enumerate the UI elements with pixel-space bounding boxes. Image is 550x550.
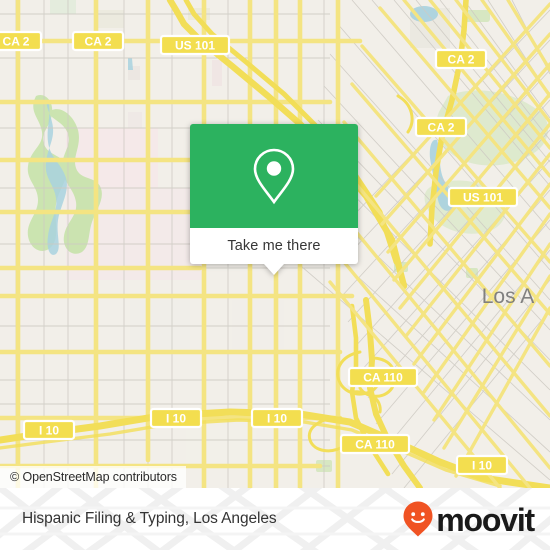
highway-shield-label: CA 2	[85, 35, 112, 49]
map-pin-icon	[253, 148, 295, 205]
highway-shield-label: US 101	[175, 39, 215, 53]
map-canvas[interactable]: Los A CA 2 CA 2 US 101 CA 2 CA 2 US 101 CA 110…	[0, 0, 550, 488]
highway-shield: CA 110	[339, 433, 411, 455]
highway-shield-label: US 101	[463, 191, 503, 205]
highway-shield: CA 2	[414, 116, 468, 138]
take-me-there-label: Take me there	[227, 238, 321, 254]
highway-shield-label: CA 110	[355, 438, 395, 452]
page-footer: Hispanic Filing & Typing, Los Angeles mo…	[0, 488, 550, 550]
popup-tail	[264, 264, 284, 275]
highway-shield: CA 2	[71, 30, 125, 52]
highway-shield: I 10	[22, 419, 76, 441]
place-title: Hispanic Filing & Typing, Los Angeles	[22, 488, 277, 550]
highway-shield: CA 2	[0, 30, 43, 52]
take-me-there-button[interactable]: Take me there	[190, 228, 358, 264]
highway-shield-label: CA 2	[448, 53, 475, 67]
popup-marker-panel	[190, 124, 358, 228]
highway-shield: CA 2	[434, 48, 488, 70]
highway-shield: I 10	[455, 454, 509, 476]
moovit-logo[interactable]: moovit	[402, 488, 535, 550]
osm-attribution-text: © OpenStreetMap contributors	[10, 470, 177, 484]
highway-shield-label: CA 2	[3, 35, 30, 49]
take-me-there-popup[interactable]: Take me there	[190, 124, 358, 275]
moovit-wordmark: moovit	[436, 502, 535, 538]
highway-shield-label: I 10	[166, 412, 186, 426]
moovit-pin-icon	[403, 501, 433, 537]
highway-shield: I 10	[250, 407, 304, 429]
highway-shield-label: I 10	[39, 424, 59, 438]
highway-shield-label: CA 2	[428, 121, 455, 135]
highway-shield-label: CA 110	[363, 371, 403, 385]
highway-shield-label: I 10	[472, 459, 492, 473]
highway-shield-label: I 10	[267, 412, 287, 426]
map-page: Los A CA 2 CA 2 US 101 CA 2 CA 2 US 101 CA 110…	[0, 0, 550, 550]
map-city-label: Los A	[482, 285, 535, 308]
highway-shield: US 101	[447, 186, 519, 208]
place-title-text: Hispanic Filing & Typing, Los Angeles	[22, 510, 277, 527]
highway-shield: US 101	[159, 34, 231, 56]
highway-shield: CA 110	[347, 366, 419, 388]
osm-attribution[interactable]: © OpenStreetMap contributors	[0, 466, 186, 488]
highway-shield: I 10	[149, 407, 203, 429]
